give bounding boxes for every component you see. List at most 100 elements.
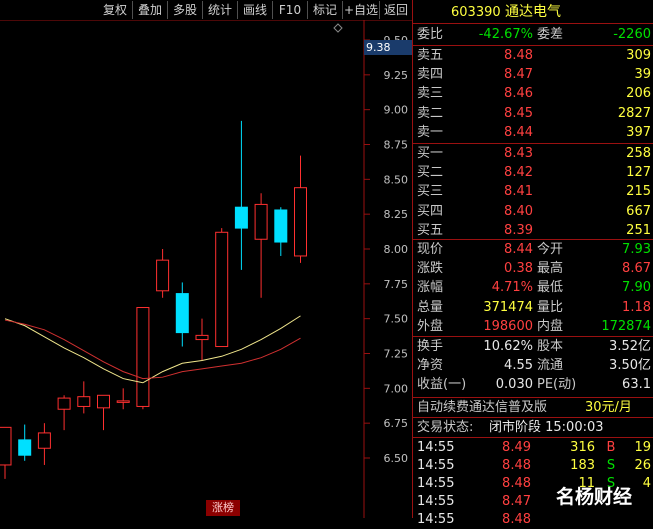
ad-row[interactable]: 自动续费通达信普及版 30元/月 [413,398,653,417]
candlestick[interactable] [18,424,32,461]
stats1-row: 总量 371474 量比 1.18 [413,298,653,317]
current-price-tag: 9.38 [364,40,412,55]
asks-price: 8.46 [504,86,533,102]
y-tick-label: 8.75 [384,139,409,152]
fuquan-button[interactable]: 复权 [98,1,133,19]
biaoji-button[interactable]: 标记 [308,1,343,19]
zhangbang-tab[interactable]: 涨榜 [206,500,240,516]
bids-row[interactable]: 买五 8.39 251 [413,221,653,240]
bids-row[interactable]: 买一 8.43 258 [413,144,653,163]
stats2-label: PE(动) [537,377,577,393]
stats2-label: 换手 [417,339,444,354]
bids-label: 买二 [417,165,444,181]
watermark-text: 名杨财经 [556,486,633,508]
weibi-row: 委比 -42.67% 委差 -2260 [413,25,653,44]
stats1-value: 198600 [483,318,533,334]
candlestick[interactable] [294,155,307,263]
add-watchlist-button[interactable]: +自选 [343,1,380,19]
bids-price: 8.39 [504,222,533,238]
candlestick[interactable] [77,381,91,414]
stats1-row: 涨幅 4.71% 最低 7.90 [413,278,653,297]
stats1-label: 内盘 [537,318,564,334]
candlestick[interactable] [254,193,268,298]
asks-price: 8.45 [504,105,533,121]
candlestick[interactable] [215,228,229,348]
tick-price: 8.48 [502,458,531,473]
y-tick-label: 9.00 [384,104,409,117]
duogu-button[interactable]: 多股 [168,1,203,19]
candlestick[interactable] [0,426,12,479]
candlestick[interactable] [37,423,51,465]
stats2-value: 3.50亿 [609,358,651,374]
y-tick-label: 8.50 [384,173,409,186]
bids-label: 买五 [417,222,444,238]
candlestick[interactable] [195,318,209,361]
stats1-value: 8.44 [504,242,533,257]
stock-name: 通达电气 [505,4,561,20]
status-label: 交易状态: [417,420,474,435]
weibi-label: 委比 [417,27,444,42]
weibi-value: -42.67% [478,27,533,42]
stats2-value: 10.62% [483,339,533,354]
candlestick[interactable] [116,388,130,410]
tick-price: 8.48 [502,476,531,491]
tick-time: 14:55 [417,440,455,455]
ma-line-yellow [4,315,301,384]
stats1-label: 今开 [537,242,564,257]
bids-label: 买三 [417,184,444,200]
tick-row: 14:55 8.48 183 S 26 [413,456,653,475]
asks-row[interactable]: 卖四 8.47 39 [413,65,653,84]
bids-volume: 215 [626,184,651,200]
y-tick-label: 7.00 [384,382,409,395]
candlestick[interactable] [97,394,110,431]
huaxian-button[interactable]: 画线 [238,1,273,19]
ad-text[interactable]: 自动续费通达信普及版 [417,398,547,417]
asks-label: 卖一 [417,124,444,140]
bids-price: 8.42 [504,165,533,181]
bids-price: 8.43 [504,146,533,161]
asks-row[interactable]: 卖三 8.46 206 [413,84,653,103]
asks-row[interactable]: 卖一 8.44 397 [413,123,653,142]
stats1-value: 7.90 [622,280,651,296]
diejia-button[interactable]: 叠加 [133,1,168,19]
candlestick[interactable] [156,249,170,298]
bids-label: 买一 [417,146,444,161]
back-button[interactable]: 返回 [380,1,412,19]
stats1-value: 0.38 [504,261,533,277]
bids-volume: 127 [626,165,651,181]
stats1-label: 最高 [537,261,564,277]
tick-price: 8.47 [502,494,531,509]
stats1-label: 最低 [537,280,564,296]
bids-volume: 667 [626,203,651,219]
stats1-label: 现价 [417,242,444,257]
diamond-icon[interactable] [333,23,343,33]
bids-volume: 251 [626,222,651,238]
tongji-button[interactable]: 统计 [203,1,238,19]
stats1-value: 1.18 [622,299,651,315]
f10-button[interactable]: F10 [273,1,308,19]
asks-row[interactable]: 卖五 8.48 309 [413,46,653,65]
stats2-label: 流通 [537,358,564,374]
tick-time: 14:55 [417,476,455,491]
bids-row[interactable]: 买四 8.40 667 [413,202,653,221]
stats1-row: 涨跌 0.38 最高 8.67 [413,259,653,278]
candlestick[interactable] [175,282,189,347]
kline-chart[interactable]: 9.509.259.008.758.508.258.007.757.507.25… [0,20,412,518]
stock-code: 603390 [451,5,501,20]
asks-volume: 39 [634,67,651,83]
candlestick[interactable] [274,207,288,256]
stats2-row: 收益(一) 0.030 PE(动) 63.1 [413,375,653,394]
asks-row[interactable]: 卖二 8.45 2827 [413,104,653,123]
bids-label: 买四 [417,203,444,219]
tick-row: 14:55 8.48 [413,510,653,529]
stats1-label: 外盘 [417,318,444,334]
tick-volume: 183 [570,458,595,473]
candlestick[interactable] [136,307,150,410]
status-row: 交易状态: 闭市阶段 15:00:03 [413,418,653,437]
candlestick[interactable] [234,120,248,270]
asks-volume: 206 [626,86,651,102]
candlestick[interactable] [57,395,71,431]
stats1-label: 总量 [417,299,444,315]
bids-row[interactable]: 买二 8.42 127 [413,163,653,182]
bids-row[interactable]: 买三 8.41 215 [413,182,653,201]
